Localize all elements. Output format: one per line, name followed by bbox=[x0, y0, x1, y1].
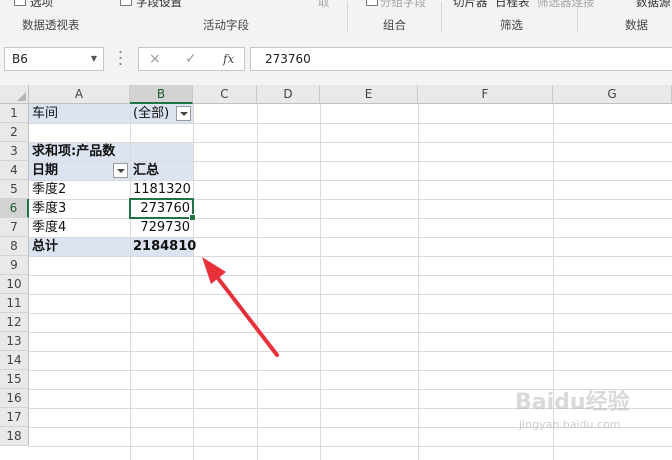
active-cell-selection[interactable] bbox=[129, 198, 196, 221]
grid-line bbox=[320, 104, 321, 460]
ribbon-divider bbox=[577, 2, 578, 32]
formula-bar: B6 ▼ × ✓ fx 273760 bbox=[0, 36, 672, 87]
row-header-17[interactable]: 17 bbox=[0, 408, 29, 427]
ribbon-group-active-field: 活动字段 bbox=[203, 18, 249, 32]
watermark: Baidu经验 jingyan.baidu.com bbox=[505, 376, 645, 446]
row-header-4[interactable]: 4 bbox=[0, 161, 29, 180]
grid-line bbox=[29, 123, 672, 124]
row-header-1[interactable]: 1 bbox=[0, 104, 29, 123]
grid-line bbox=[29, 446, 672, 447]
drag-handle[interactable] bbox=[119, 49, 122, 67]
column-header-f[interactable]: F bbox=[418, 85, 553, 104]
ribbon: 选项 字段设置 取 分组字段 切片器 日程表 筛选器连接 ▾ 数据源 数据透视表… bbox=[0, 0, 672, 37]
options-button[interactable]: 选项 bbox=[30, 0, 53, 10]
row-header-14[interactable]: 14 bbox=[0, 351, 29, 370]
name-box[interactable]: B6 ▼ bbox=[4, 47, 104, 71]
column-header-g[interactable]: G bbox=[553, 85, 672, 104]
grid-line bbox=[29, 294, 672, 295]
chevron-down-icon[interactable]: ▼ bbox=[91, 48, 97, 70]
column-header-e[interactable]: E bbox=[320, 85, 418, 104]
cell-a5[interactable]: 季度2 bbox=[29, 180, 130, 199]
select-all-button[interactable] bbox=[0, 85, 29, 104]
cell-a3[interactable]: 求和项:产品数 bbox=[29, 142, 159, 161]
grid-line bbox=[257, 104, 258, 460]
column-header-b[interactable]: B bbox=[130, 85, 193, 104]
options-icon bbox=[14, 0, 26, 6]
row-header-12[interactable]: 12 bbox=[0, 313, 29, 332]
row-header-16[interactable]: 16 bbox=[0, 389, 29, 408]
formula-buttons: × ✓ fx bbox=[138, 47, 245, 71]
annotation-arrow-shaft bbox=[212, 271, 279, 357]
formula-input[interactable]: 273760 bbox=[250, 47, 672, 71]
row-header-18[interactable]: 18 bbox=[0, 427, 29, 446]
insert-function-icon[interactable]: fx bbox=[223, 48, 234, 70]
grid-line bbox=[29, 351, 672, 352]
column-header-a[interactable]: A bbox=[29, 85, 130, 104]
drill-button[interactable]: 取 bbox=[318, 0, 330, 10]
slicer-button[interactable]: 切片器 bbox=[453, 0, 488, 10]
cell-a6[interactable]: 季度3 bbox=[29, 199, 130, 218]
grid-line bbox=[193, 104, 194, 460]
row-header-8[interactable]: 8 bbox=[0, 237, 29, 256]
row-header-10[interactable]: 10 bbox=[0, 275, 29, 294]
grid-line bbox=[29, 275, 672, 276]
row-header-13[interactable]: 13 bbox=[0, 332, 29, 351]
grid-line bbox=[29, 370, 672, 371]
grid-line bbox=[29, 313, 672, 314]
ribbon-divider bbox=[441, 2, 442, 32]
row-header-5[interactable]: 5 bbox=[0, 180, 29, 199]
row-header-7[interactable]: 7 bbox=[0, 218, 29, 237]
annotation-arrow-head bbox=[202, 257, 226, 284]
grid-line bbox=[29, 332, 672, 333]
timeline-button[interactable]: 日程表 bbox=[495, 0, 530, 10]
watermark-text: Baidu经验 bbox=[515, 390, 630, 415]
column-header-d[interactable]: D bbox=[257, 85, 320, 104]
name-box-value: B6 bbox=[12, 52, 28, 66]
cell-a8[interactable]: 总计 bbox=[29, 237, 130, 256]
fill-handle[interactable] bbox=[189, 214, 196, 221]
row-header-11[interactable]: 11 bbox=[0, 294, 29, 313]
enter-icon[interactable]: ✓ bbox=[185, 48, 197, 70]
column-header-c[interactable]: C bbox=[193, 85, 257, 104]
ribbon-divider bbox=[347, 2, 348, 32]
cancel-icon[interactable]: × bbox=[149, 48, 161, 70]
ribbon-group-data: 数据 bbox=[625, 18, 648, 32]
field-settings-button[interactable]: 字段设置 bbox=[136, 0, 182, 10]
grid-line bbox=[29, 256, 672, 257]
filter-connections-button[interactable]: 筛选器连接 bbox=[537, 0, 595, 10]
cell-b7[interactable]: 729730 bbox=[130, 218, 193, 237]
watermark-url: jingyan.baidu.com bbox=[519, 418, 621, 431]
row-filter-dropdown-button[interactable] bbox=[113, 163, 128, 178]
ribbon-group-group: 组合 bbox=[383, 18, 406, 32]
filter-dropdown-button[interactable] bbox=[176, 106, 191, 121]
grid-line bbox=[418, 104, 419, 460]
ribbon-group-filter: 筛选 bbox=[500, 18, 523, 32]
row-header-3[interactable]: 3 bbox=[0, 142, 29, 161]
ribbon-group-pivottable: 数据透视表 bbox=[22, 18, 80, 32]
cell-a7[interactable]: 季度4 bbox=[29, 218, 130, 237]
data-source-button[interactable]: 数据源 bbox=[636, 0, 671, 10]
cell-b4[interactable]: 汇总 bbox=[130, 161, 193, 180]
group-field-icon bbox=[366, 0, 378, 6]
field-settings-icon bbox=[120, 0, 132, 6]
cell-b8[interactable]: 2184810 bbox=[130, 237, 196, 256]
cell-a1[interactable]: 车间 bbox=[29, 104, 130, 123]
dropdown-arrow-icon[interactable]: ▾ bbox=[611, 0, 616, 3]
row-header-9[interactable]: 9 bbox=[0, 256, 29, 275]
row-header-2[interactable]: 2 bbox=[0, 123, 29, 142]
group-field-button[interactable]: 分组字段 bbox=[380, 0, 426, 10]
row-header-6[interactable]: 6 bbox=[0, 199, 29, 218]
cell-b5[interactable]: 1181320 bbox=[130, 180, 193, 199]
row-header-15[interactable]: 15 bbox=[0, 370, 29, 389]
